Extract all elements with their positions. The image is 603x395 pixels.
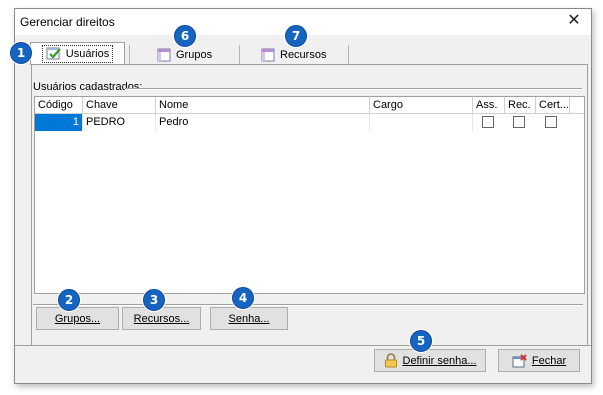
recursos-button[interactable]: Recursos... bbox=[122, 307, 201, 330]
callout-badge: 4 bbox=[232, 287, 254, 309]
callout-badge: 5 bbox=[410, 330, 432, 352]
user-check-icon bbox=[46, 47, 62, 61]
grid-header: Código Chave Nome Cargo Ass. Rec. Cert..… bbox=[35, 97, 584, 114]
tab-grupos[interactable]: Grupos bbox=[157, 44, 212, 65]
window-icon bbox=[157, 48, 171, 62]
table-row[interactable]: 1 PEDRO Pedro bbox=[35, 114, 584, 131]
close-window-icon bbox=[512, 353, 527, 368]
footer-divider bbox=[15, 345, 591, 346]
column-header-ass[interactable]: Ass. bbox=[473, 97, 505, 113]
definir-senha-button-label: Definir senha... bbox=[402, 354, 477, 367]
tab-grupos-label: Grupos bbox=[176, 48, 213, 61]
callout-badge: 1 bbox=[10, 42, 32, 64]
tab-recursos[interactable]: Recursos bbox=[261, 44, 326, 65]
callout-badge: 2 bbox=[58, 289, 80, 311]
definir-senha-button[interactable]: Definir senha... bbox=[374, 349, 486, 372]
column-header-cargo[interactable]: Cargo bbox=[370, 97, 473, 113]
lock-icon bbox=[384, 353, 398, 368]
tab-separator bbox=[239, 45, 240, 65]
tab-usuarios-focus: Usuários bbox=[41, 45, 114, 63]
cell-chave[interactable]: PEDRO bbox=[83, 114, 156, 131]
users-grid[interactable]: Código Chave Nome Cargo Ass. Rec. Cert..… bbox=[34, 96, 585, 294]
tab-separator bbox=[348, 45, 349, 65]
grupos-button-label: Grupos... bbox=[54, 312, 101, 325]
tab-usuarios[interactable]: Usuários bbox=[30, 42, 125, 65]
tab-separator bbox=[129, 45, 130, 65]
callout-badge: 7 bbox=[285, 25, 307, 47]
group-label: Usuários cadastrados: bbox=[33, 81, 143, 93]
senha-button[interactable]: Senha... bbox=[210, 307, 288, 330]
recursos-button-label: Recursos... bbox=[133, 312, 190, 325]
window-icon bbox=[261, 48, 275, 62]
tab-recursos-label: Recursos bbox=[280, 48, 327, 61]
tab-usuarios-label: Usuários bbox=[65, 48, 110, 60]
callout-badge: 6 bbox=[174, 25, 196, 47]
panel-divider bbox=[33, 304, 583, 306]
senha-button-label: Senha... bbox=[228, 312, 270, 325]
cell-cargo[interactable] bbox=[370, 114, 473, 131]
checkbox-cert[interactable] bbox=[545, 116, 557, 128]
fechar-button[interactable]: Fechar bbox=[498, 349, 580, 372]
column-header-rec[interactable]: Rec. bbox=[505, 97, 536, 113]
column-header-codigo[interactable]: Código bbox=[35, 97, 83, 113]
dialog-window: Gerenciar direitos ✕ Usuários Grupos Rec… bbox=[14, 8, 592, 384]
checkbox-rec[interactable] bbox=[513, 116, 525, 128]
grupos-button[interactable]: Grupos... bbox=[36, 307, 119, 330]
window-title: Gerenciar direitos bbox=[20, 15, 115, 29]
checkbox-ass[interactable] bbox=[482, 116, 494, 128]
callout-badge: 3 bbox=[143, 289, 165, 311]
column-header-nome[interactable]: Nome bbox=[156, 97, 370, 113]
column-header-cert[interactable]: Cert... bbox=[536, 97, 570, 113]
close-icon[interactable]: ✕ bbox=[566, 13, 582, 29]
cell-nome[interactable]: Pedro bbox=[156, 114, 370, 131]
fechar-button-label: Fechar bbox=[531, 354, 567, 367]
cell-codigo[interactable]: 1 bbox=[35, 114, 83, 131]
column-header-chave[interactable]: Chave bbox=[83, 97, 156, 113]
group-divider bbox=[125, 88, 582, 90]
